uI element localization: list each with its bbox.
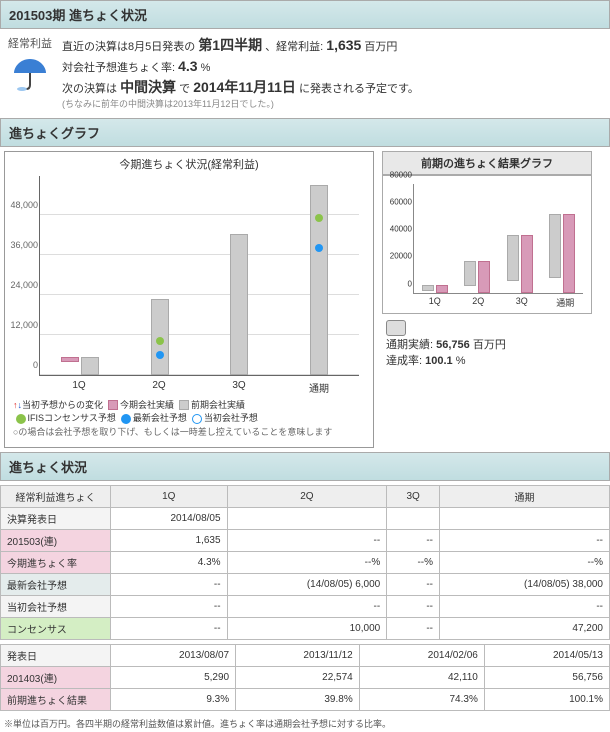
side-chart-title: 前期の進ちょく結果グラフ (382, 151, 592, 175)
t: ○の場合は会社予想を取り下げ、もしくは一時差し控えていることを意味します (13, 427, 332, 437)
t: 対会社予想進ちょく率: (62, 62, 178, 74)
camera-icon[interactable] (386, 320, 406, 336)
t: IFISコンセンサス予想 (28, 413, 116, 423)
t: 直近の決算は8月5日発表の (62, 41, 195, 53)
mini-x-labels: 1Q2Q3Q通期 (413, 296, 587, 309)
main-chart-area: 012,00024,00036,00048,000 (39, 176, 359, 376)
main-legend: ↑↓↑↓当初予想からの変化当初予想からの変化 今期会社実績 前期会社実績 IFI… (9, 395, 369, 444)
t: 中間決算 (120, 79, 176, 95)
t: 最新会社予想 (133, 413, 187, 423)
profit-icon-box: 経常利益 (6, 35, 54, 112)
t: 、経常利益: (265, 41, 326, 53)
t: 百万円 (473, 339, 506, 351)
main-chart: 今期進ちょく状況(経常利益) 012,00024,00036,00048,000… (4, 151, 374, 449)
t: 2014年11月11日 (193, 79, 296, 95)
t: 56,756 (436, 339, 470, 351)
t: 次の決算は (62, 83, 117, 95)
intro-text: 直近の決算は8月5日発表の 第1四半期 、経常利益: 1,635 百万円 対会社… (62, 35, 604, 112)
table-header: 進ちょく状況 (0, 452, 610, 481)
progress-table-2: 発表日2013/08/072013/11/122014/02/062014/05… (0, 644, 610, 711)
graph-header: 進ちょくグラフ (0, 118, 610, 147)
t: で (179, 83, 190, 95)
period-header: 201503期 進ちょく状況 (0, 0, 610, 29)
intro-block: 経常利益 直近の決算は8月5日発表の 第1四半期 、経常利益: 1,635 百万… (0, 29, 610, 118)
t: 通期実績: (386, 339, 433, 351)
main-chart-title: 今期進ちょく状況(経常利益) (9, 156, 369, 172)
t: 今期会社実績 (120, 400, 174, 410)
t: 当初会社予想 (204, 413, 258, 423)
t: % (201, 62, 211, 74)
t: 1,635 (326, 37, 361, 53)
mini-chart-area: 020000400006000080000 (413, 184, 583, 294)
t: 達成率: (386, 355, 422, 367)
t: 前期会社実績 (191, 400, 245, 410)
t: に発表される予定です。 (299, 83, 419, 95)
t: 第1四半期 (198, 37, 262, 53)
icon-label: 経常利益 (6, 35, 54, 51)
main-x-labels: 1Q2Q3Q通期 (39, 380, 359, 395)
umbrella-icon (10, 53, 50, 93)
t: 百万円 (364, 41, 397, 53)
progress-table-1: 経常利益進ちょく1Q2Q3Q通期 決算発表日2014/08/05201503(連… (0, 485, 610, 640)
footnote: ※単位は百万円。各四半期の経常利益数値は累計値。進ちょく率は通期会社予想に対する… (0, 715, 610, 732)
t: 4.3 (178, 58, 197, 74)
side-chart: 前期の進ちょく結果グラフ 020000400006000080000 1Q2Q3… (382, 151, 592, 449)
side-result: 通期実績: 56,756 百万円 達成率: 100.1 % (382, 320, 592, 368)
t: 100.1 (425, 355, 453, 367)
t: % (456, 355, 466, 367)
t: (ちなみに前年の中間決算は2013年11月12日でした。) (62, 98, 604, 112)
